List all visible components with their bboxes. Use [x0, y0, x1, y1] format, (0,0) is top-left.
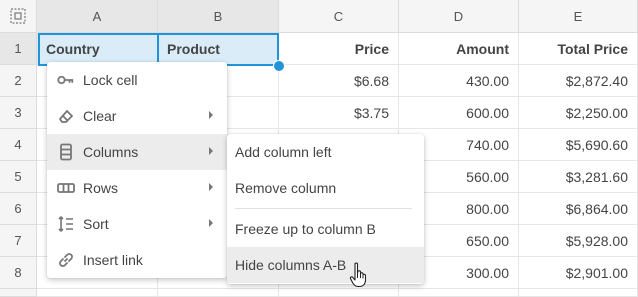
- submenu-item-label: Add column left: [235, 144, 332, 160]
- submenu-item-remove-column[interactable]: Remove column: [227, 170, 424, 206]
- menu-item-sort[interactable]: Sort: [47, 206, 227, 242]
- cell-c2[interactable]: $6.68: [279, 65, 399, 97]
- submenu-item-hide-columns[interactable]: Hide columns A-B: [227, 247, 424, 283]
- row-header-6[interactable]: 6: [0, 193, 37, 225]
- chevron-right-icon: [209, 183, 213, 191]
- menu-item-insert-link[interactable]: Insert link: [47, 242, 227, 278]
- chevron-right-icon: [209, 147, 213, 155]
- cell-a1[interactable]: Country: [37, 33, 158, 65]
- chevron-right-icon: [209, 111, 213, 119]
- select-all-corner[interactable]: [0, 0, 37, 33]
- menu-item-label: Lock cell: [83, 72, 138, 88]
- row-header-5[interactable]: 5: [0, 161, 37, 193]
- cell-c3[interactable]: $3.75: [279, 97, 399, 129]
- cell-d3[interactable]: 600.00: [399, 97, 519, 129]
- cell-c1[interactable]: Price: [279, 33, 399, 65]
- fill-handle[interactable]: [273, 60, 285, 72]
- context-menu: Lock cell Clear Columns Rows Sort Insert…: [47, 62, 227, 278]
- cell-b9[interactable]: [158, 289, 279, 297]
- link-icon: [57, 251, 75, 269]
- hand-pointer-icon: [349, 262, 367, 288]
- submenu-item-label: Remove column: [235, 180, 337, 196]
- submenu-separator: [235, 208, 412, 209]
- cell-e3[interactable]: $2,250.00: [519, 97, 638, 129]
- row-header-9[interactable]: [0, 289, 37, 297]
- columns-submenu: Add column left Remove column Freeze up …: [227, 134, 424, 284]
- submenu-item-freeze-columns[interactable]: Freeze up to column B: [227, 211, 424, 247]
- row-header-1[interactable]: 1: [0, 33, 37, 65]
- menu-item-label: Insert link: [83, 252, 143, 268]
- columns-icon: [57, 143, 75, 161]
- cell-a9[interactable]: [37, 289, 158, 297]
- submenu-item-label: Freeze up to column B: [235, 221, 376, 237]
- cell-e9[interactable]: [519, 289, 638, 297]
- cell-e6[interactable]: $6,864.00: [519, 193, 638, 225]
- sort-icon: [57, 215, 75, 233]
- submenu-item-label: Hide columns A-B: [235, 257, 347, 273]
- eraser-icon: [57, 107, 75, 125]
- rows-icon: [57, 179, 75, 197]
- menu-item-label: Sort: [83, 216, 109, 232]
- column-header-c[interactable]: C: [279, 0, 399, 33]
- cell-e2[interactable]: $2,872.40: [519, 65, 638, 97]
- cell-b1[interactable]: Product: [158, 33, 279, 65]
- row-header-8[interactable]: 8: [0, 257, 37, 289]
- column-header-e[interactable]: E: [519, 0, 638, 33]
- row-header-4[interactable]: 4: [0, 129, 37, 161]
- column-header-d[interactable]: D: [399, 0, 519, 33]
- select-all-icon: [10, 8, 26, 24]
- row-header-2[interactable]: 2: [0, 65, 37, 97]
- cell-e1[interactable]: Total Price: [519, 33, 638, 65]
- menu-item-rows[interactable]: Rows: [47, 170, 227, 206]
- menu-item-label: Columns: [83, 144, 139, 160]
- row-header-7[interactable]: 7: [0, 225, 37, 257]
- row-header-3[interactable]: 3: [0, 97, 37, 129]
- chevron-right-icon: [209, 219, 213, 227]
- cell-c9[interactable]: [279, 289, 399, 297]
- menu-item-columns[interactable]: Columns: [47, 134, 227, 170]
- menu-item-clear[interactable]: Clear: [47, 98, 227, 134]
- cell-e8[interactable]: $2,901.00: [519, 257, 638, 289]
- cell-d9[interactable]: [399, 289, 519, 297]
- cell-d2[interactable]: 430.00: [399, 65, 519, 97]
- cell-e7[interactable]: $5,928.00: [519, 225, 638, 257]
- cell-e5[interactable]: $3,281.60: [519, 161, 638, 193]
- menu-item-label: Rows: [83, 180, 119, 196]
- cell-e4[interactable]: $5,690.60: [519, 129, 638, 161]
- cell-d1[interactable]: Amount: [399, 33, 519, 65]
- menu-item-label: Clear: [83, 108, 117, 124]
- column-header-a[interactable]: A: [37, 0, 158, 33]
- menu-item-lock-cell[interactable]: Lock cell: [47, 62, 227, 98]
- column-header-b[interactable]: B: [158, 0, 279, 33]
- submenu-item-add-column-left[interactable]: Add column left: [227, 134, 424, 170]
- key-icon: [57, 71, 75, 89]
